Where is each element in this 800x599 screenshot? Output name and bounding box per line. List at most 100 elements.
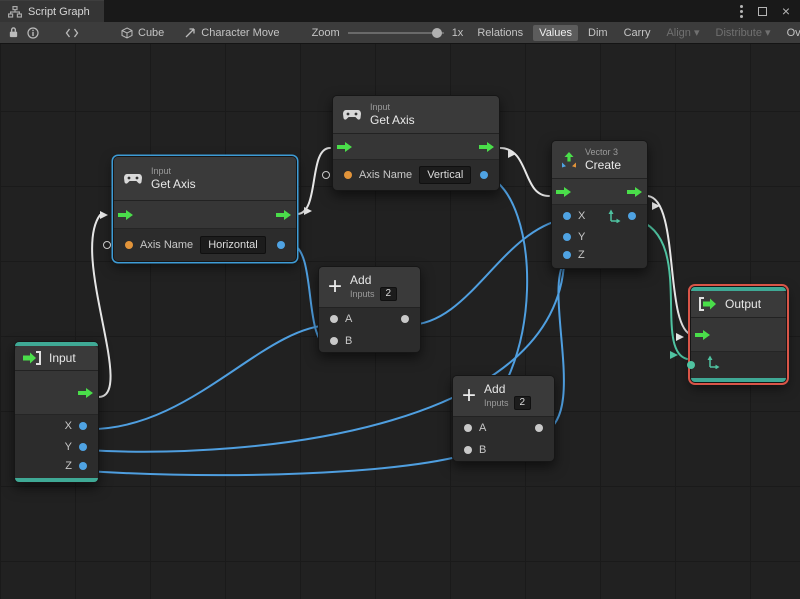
zoom-value: 1x [451, 26, 464, 39]
breadcrumb-cube[interactable]: Cube [115, 23, 170, 43]
input-icon [23, 351, 41, 365]
vector3-type-icon [706, 355, 720, 369]
vector3-out-port[interactable] [628, 211, 636, 220]
node-category: Input [370, 102, 391, 112]
axis-name-field[interactable]: Horizontal [200, 236, 266, 255]
y-out-port[interactable] [79, 442, 87, 451]
toggle-values[interactable]: Values [533, 24, 578, 41]
node-vector3-create[interactable]: Vector 3 Create X Y Z [551, 140, 648, 270]
sum-out-port[interactable] [401, 315, 409, 324]
character-move-icon [184, 25, 196, 41]
info-icon[interactable] [27, 25, 39, 41]
breadcrumb-character-move[interactable]: Character Move [178, 23, 285, 43]
port-row-z: Z [15, 457, 98, 478]
node-title: Add [350, 273, 372, 287]
wire-input-z-to-add-bottom-b [85, 454, 466, 477]
control-out-port[interactable] [276, 209, 292, 221]
dropdown-align[interactable]: Align ▾ [660, 24, 705, 41]
gamepad-icon [123, 173, 143, 185]
node-title: Create [585, 157, 622, 172]
port-row-b: B [453, 439, 554, 461]
node-header: + Add Inputs 2 [453, 376, 554, 418]
control-ports-row [691, 318, 786, 352]
control-in-port[interactable] [118, 209, 134, 221]
dropdown-distribute[interactable]: Distribute ▾ [710, 24, 777, 41]
node-header: Input [15, 346, 98, 371]
graph-canvas[interactable]: Input Get Axis Axis Name Vertical Input … [0, 44, 800, 599]
node-add-bottom[interactable]: + Add Inputs 2 A B [452, 375, 555, 463]
axis-name-field[interactable]: Vertical [419, 166, 472, 185]
unity-window: Script Graph × Cube Character Move Zoom … [0, 0, 800, 599]
wire-control-vector3-to-output [647, 195, 693, 336]
a-in-port[interactable] [330, 315, 338, 324]
control-in-port[interactable] [695, 329, 711, 341]
node-title: Get Axis [151, 176, 196, 191]
zoom-slider[interactable] [347, 27, 444, 39]
node-category: Input [151, 166, 172, 176]
z-in-port[interactable] [563, 250, 571, 259]
node-header: Output [691, 291, 786, 318]
wire-control-getaxis-v-to-vector3 [499, 147, 550, 197]
vector3-type-icon [607, 209, 621, 223]
control-out-port[interactable] [78, 387, 94, 399]
kebab-menu-icon[interactable] [739, 4, 743, 18]
param-label: Axis Name [140, 239, 194, 252]
lock-icon[interactable] [8, 25, 19, 41]
inputs-label: Inputs [350, 288, 375, 299]
x-out-port[interactable] [79, 421, 87, 430]
close-icon[interactable]: × [782, 4, 790, 18]
control-ports-row [333, 134, 499, 161]
x-in-port[interactable] [563, 211, 571, 220]
node-title: Add [484, 382, 506, 396]
port-row-y: Y [552, 226, 647, 247]
code-view-icon[interactable] [65, 25, 79, 41]
toggle-dim[interactable]: Dim [582, 25, 614, 41]
tab-script-graph[interactable]: Script Graph [0, 0, 104, 22]
node-header: Vector 3 Create [552, 141, 647, 180]
axis-name-in-port[interactable] [103, 241, 111, 250]
chevron-down-icon: ▾ [765, 27, 771, 39]
output-icon [699, 297, 717, 311]
node-input[interactable]: Input X Y Z [14, 341, 99, 483]
vector3-icon [561, 152, 577, 168]
node-title: Get Axis [370, 112, 415, 127]
param-label: Axis Name [359, 169, 413, 182]
node-output[interactable]: Output [687, 286, 787, 383]
axis-name-in-port[interactable] [322, 171, 330, 180]
control-in-port[interactable] [556, 186, 572, 198]
inputs-count-field[interactable]: 2 [513, 396, 532, 411]
node-get-axis-vertical[interactable]: Input Get Axis Axis Name Vertical [322, 95, 500, 192]
control-ports-row [552, 179, 647, 206]
port-row-b: B [319, 330, 420, 352]
z-out-port[interactable] [79, 461, 87, 470]
control-out-port[interactable] [627, 186, 643, 198]
control-in-port[interactable] [337, 141, 353, 153]
plus-icon: + [462, 382, 477, 410]
float-out-port[interactable] [480, 171, 488, 180]
string-type-icon [125, 241, 133, 250]
inputs-count-field[interactable]: 2 [379, 287, 398, 302]
a-in-port[interactable] [464, 424, 472, 433]
node-get-axis-horizontal[interactable]: Input Get Axis Axis Name Horizontal [103, 156, 297, 263]
toggle-carry[interactable]: Carry [618, 25, 657, 41]
b-in-port[interactable] [464, 446, 472, 455]
script-graph-icon [8, 6, 22, 18]
toggle-overview[interactable]: Overv [781, 25, 800, 41]
vector3-in-port[interactable] [687, 361, 695, 369]
port-row-x: X [552, 205, 647, 226]
node-add-top[interactable]: + Add Inputs 2 A B [318, 266, 421, 354]
y-in-port[interactable] [563, 232, 571, 241]
value-port-row [687, 352, 786, 378]
sum-out-port[interactable] [535, 424, 543, 433]
control-out-port[interactable] [479, 141, 495, 153]
b-in-port[interactable] [330, 337, 338, 346]
string-type-icon [344, 171, 352, 180]
float-out-port[interactable] [277, 241, 285, 250]
toggle-relations[interactable]: Relations [471, 25, 529, 41]
maximize-icon[interactable] [757, 6, 767, 16]
zoom-slider-handle[interactable] [431, 27, 442, 38]
port-row-a: A [453, 417, 554, 439]
plus-icon: + [328, 273, 343, 301]
control-ports-row [114, 201, 296, 230]
wire-add-top-to-vector3-x [407, 218, 565, 326]
